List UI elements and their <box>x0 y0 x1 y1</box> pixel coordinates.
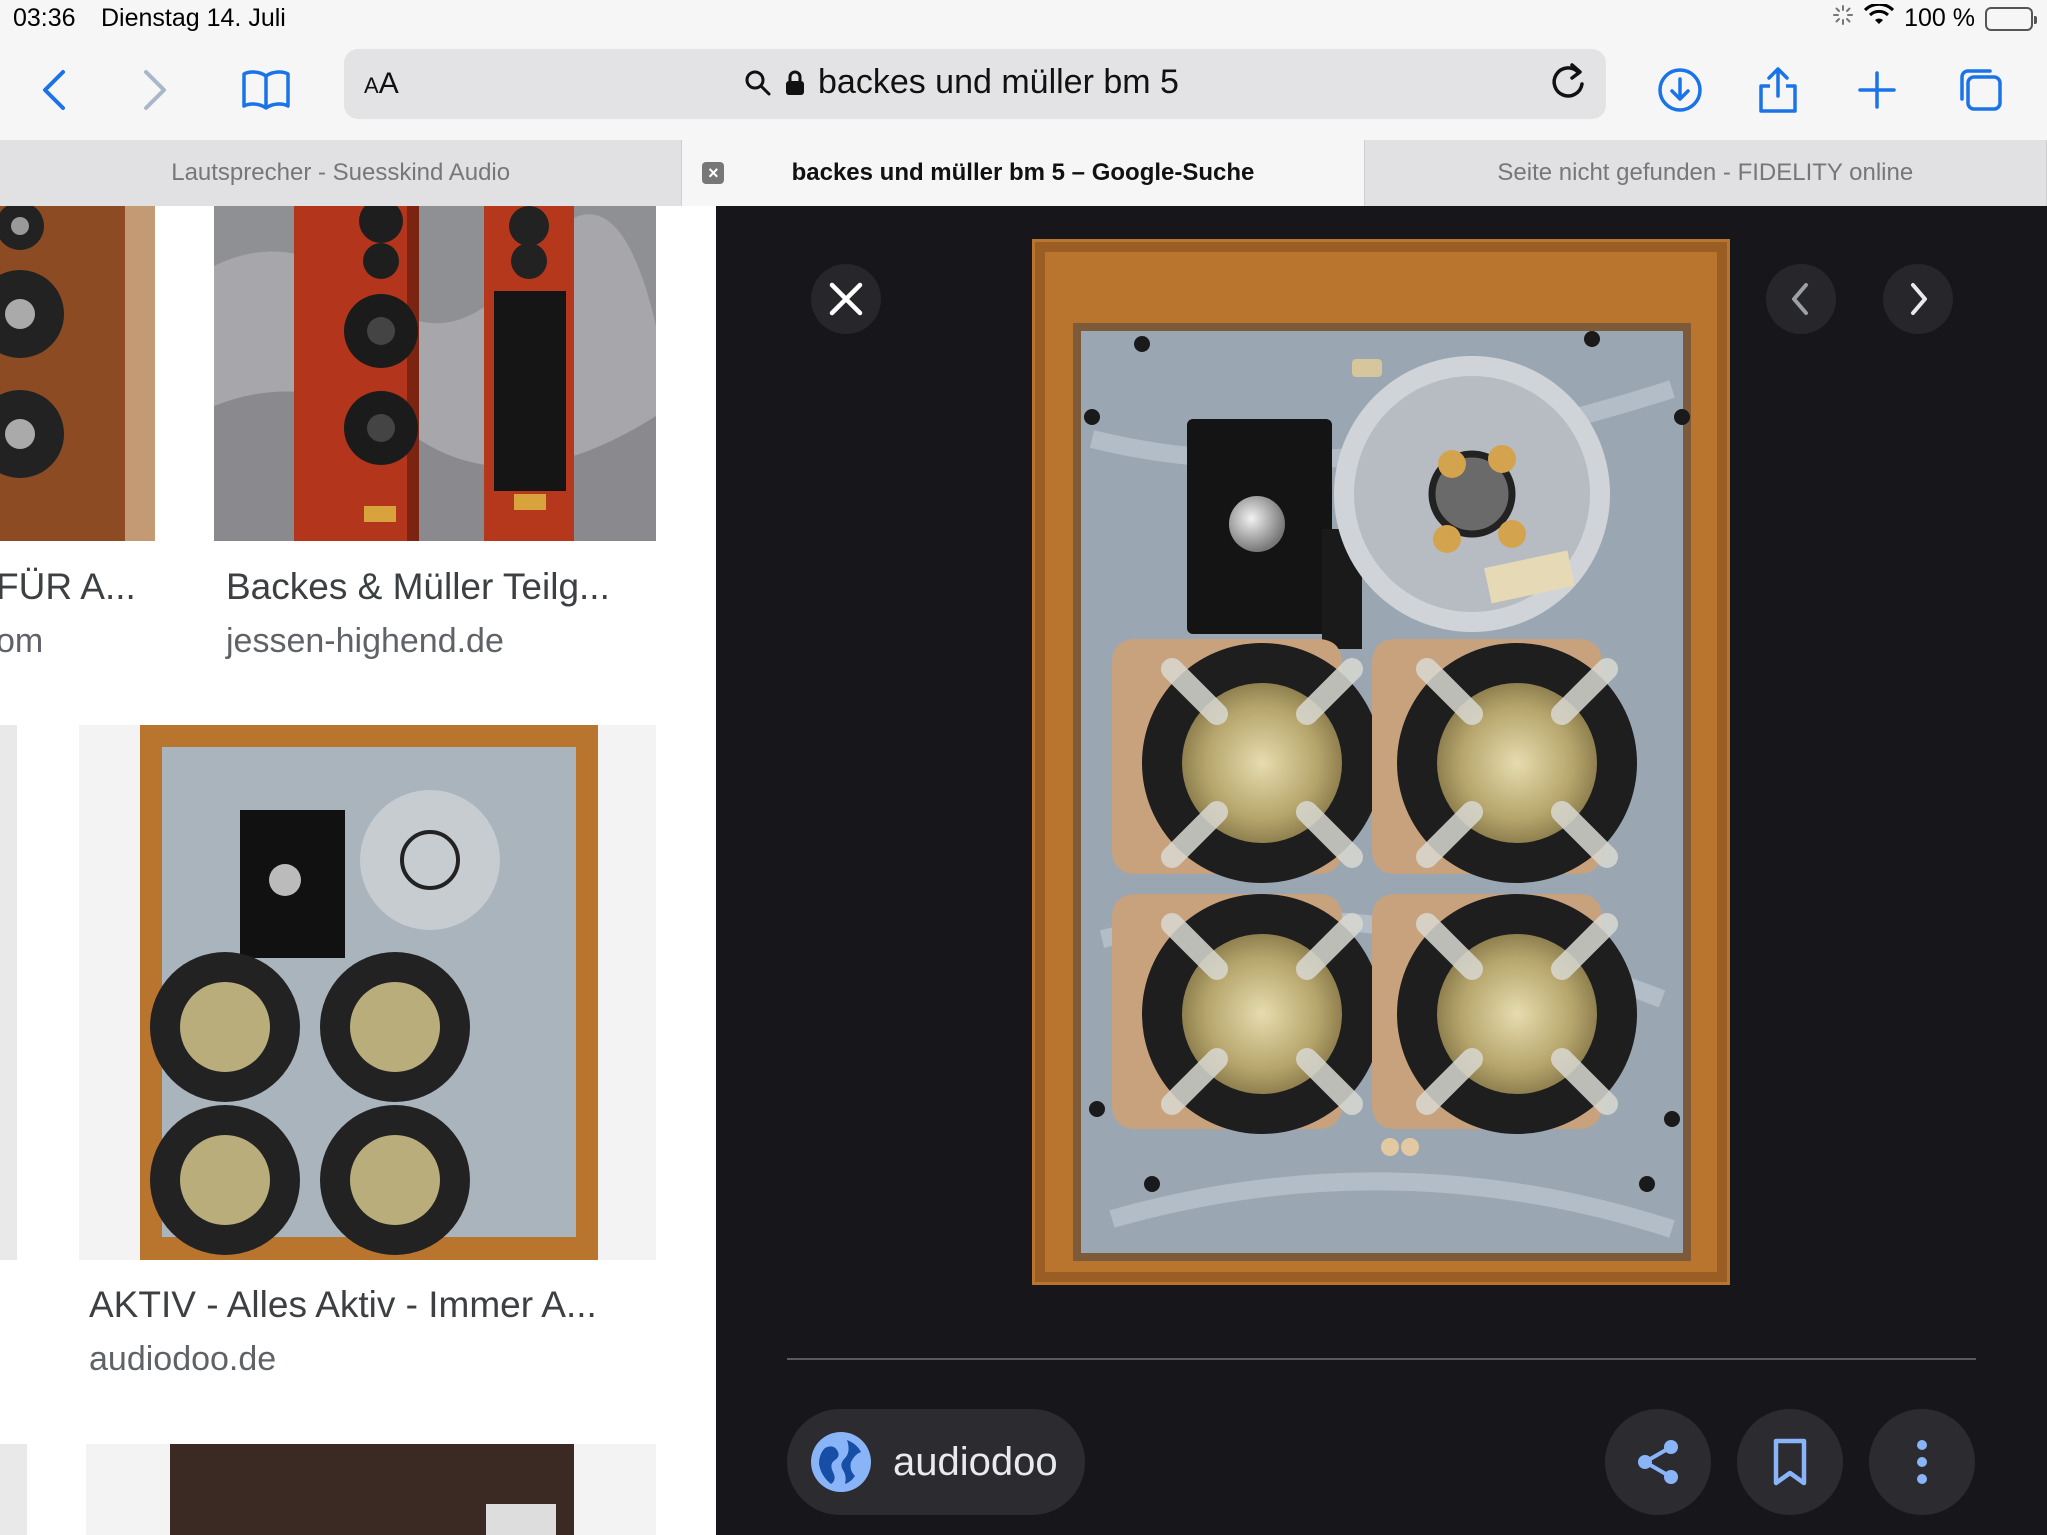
result-thumbnail[interactable] <box>0 206 155 541</box>
result-title[interactable]: Backes & Müller Teilg... <box>226 566 610 608</box>
status-time: 03:36 <box>13 4 76 32</box>
download-icon <box>1658 68 1702 112</box>
result-thumbnail[interactable] <box>0 1444 27 1535</box>
tab-bar: Lautsprecher - Suesskind Audio × backes … <box>0 140 2047 206</box>
status-right: 100 % <box>1832 2 2037 33</box>
image-viewer-panel: audiodoo <box>716 206 2047 1535</box>
more-options-button[interactable] <box>1869 1409 1975 1515</box>
save-image-button[interactable] <box>1737 1409 1843 1515</box>
status-date: Dienstag 14. Juli <box>101 4 286 32</box>
share-icon <box>1638 1440 1678 1484</box>
tab-suesskind[interactable]: Lautsprecher - Suesskind Audio <box>0 140 683 206</box>
close-viewer-button[interactable] <box>811 264 881 334</box>
search-icon <box>745 70 771 95</box>
wifi-icon <box>1864 2 1895 33</box>
more-vert-icon <box>1917 1440 1927 1484</box>
lock-icon <box>786 70 804 95</box>
result-thumbnail[interactable] <box>79 725 656 1260</box>
tab-label: Lautsprecher - Suesskind Audio <box>171 159 511 186</box>
globe-icon <box>811 1432 871 1492</box>
activity-spinner-icon <box>1832 4 1854 33</box>
battery-icon <box>1985 6 2037 31</box>
result-title[interactable]: AKTIV - Alles Aktiv - Immer A... <box>89 1284 597 1326</box>
chevron-right-icon <box>1911 283 1927 315</box>
result-thumbnail[interactable] <box>214 206 656 541</box>
viewer-divider <box>787 1358 1976 1360</box>
forward-button[interactable] <box>124 60 184 120</box>
address-bar[interactable]: AAAA backes und müller bm 5 <box>344 49 1606 119</box>
share-button[interactable] <box>1748 60 1808 120</box>
result-title[interactable]: FÜR A... <box>0 566 136 608</box>
share-image-button[interactable] <box>1605 1409 1711 1515</box>
close-icon <box>829 282 863 316</box>
source-site-name: audiodoo <box>893 1439 1058 1484</box>
reload-icon <box>1552 63 1584 98</box>
image-results-grid[interactable]: FÜR A... om Backes & Müller Teilg... jes… <box>0 206 716 1535</box>
bookmark-icon <box>1773 1438 1807 1486</box>
status-bar: 03:36 Dienstag 14. Juli 100 % <box>0 0 2047 40</box>
url-text: backes und müller bm 5 <box>818 63 1179 101</box>
back-icon <box>43 70 65 110</box>
result-source[interactable]: jessen-highend.de <box>226 622 504 661</box>
result-thumbnail[interactable] <box>0 725 17 1260</box>
result-source[interactable]: audiodoo.de <box>89 1340 276 1379</box>
forward-icon <box>144 70 166 110</box>
tabs-icon <box>1960 69 2002 111</box>
previous-image-button[interactable] <box>1766 264 1836 334</box>
source-site-button[interactable]: audiodoo <box>787 1409 1085 1515</box>
url-display[interactable]: backes und müller bm 5 <box>744 63 1179 102</box>
reload-button[interactable] <box>1548 62 1588 109</box>
downloads-button[interactable] <box>1650 60 1710 120</box>
result-thumbnail[interactable] <box>86 1444 656 1535</box>
bookmarks-button[interactable] <box>236 60 296 120</box>
tab-fidelity[interactable]: Seite nicht gefunden - FIDELITY online <box>1365 140 2047 206</box>
bookmarks-icon <box>242 70 290 110</box>
browser-toolbar: AAAA backes und müller bm 5 <box>0 40 2047 140</box>
tab-label: Seite nicht gefunden - FIDELITY online <box>1497 159 1914 186</box>
battery-percent: 100 % <box>1904 4 1975 32</box>
result-source[interactable]: om <box>0 622 43 661</box>
reader-settings-button[interactable]: AAAA <box>364 67 399 101</box>
preview-image[interactable] <box>1032 239 1730 1285</box>
share-icon <box>1759 67 1797 113</box>
chevron-left-icon <box>1792 283 1808 315</box>
tab-overview-button[interactable] <box>1950 60 2010 120</box>
new-tab-button[interactable] <box>1847 60 1907 120</box>
next-image-button[interactable] <box>1883 264 1953 334</box>
tab-label: backes und müller bm 5 – Google-Suche <box>791 159 1255 186</box>
plus-icon <box>1858 71 1896 109</box>
close-tab-icon[interactable]: × <box>702 162 725 184</box>
tab-google-search[interactable]: × backes und müller bm 5 – Google-Suche <box>682 140 1365 206</box>
back-button[interactable] <box>25 60 85 120</box>
